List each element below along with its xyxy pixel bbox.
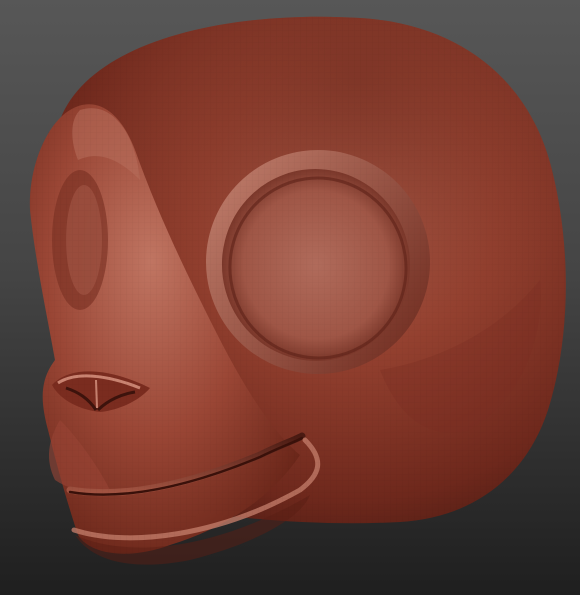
sculpted-head-render xyxy=(29,16,566,565)
sculpt-viewport[interactable] xyxy=(0,0,580,595)
